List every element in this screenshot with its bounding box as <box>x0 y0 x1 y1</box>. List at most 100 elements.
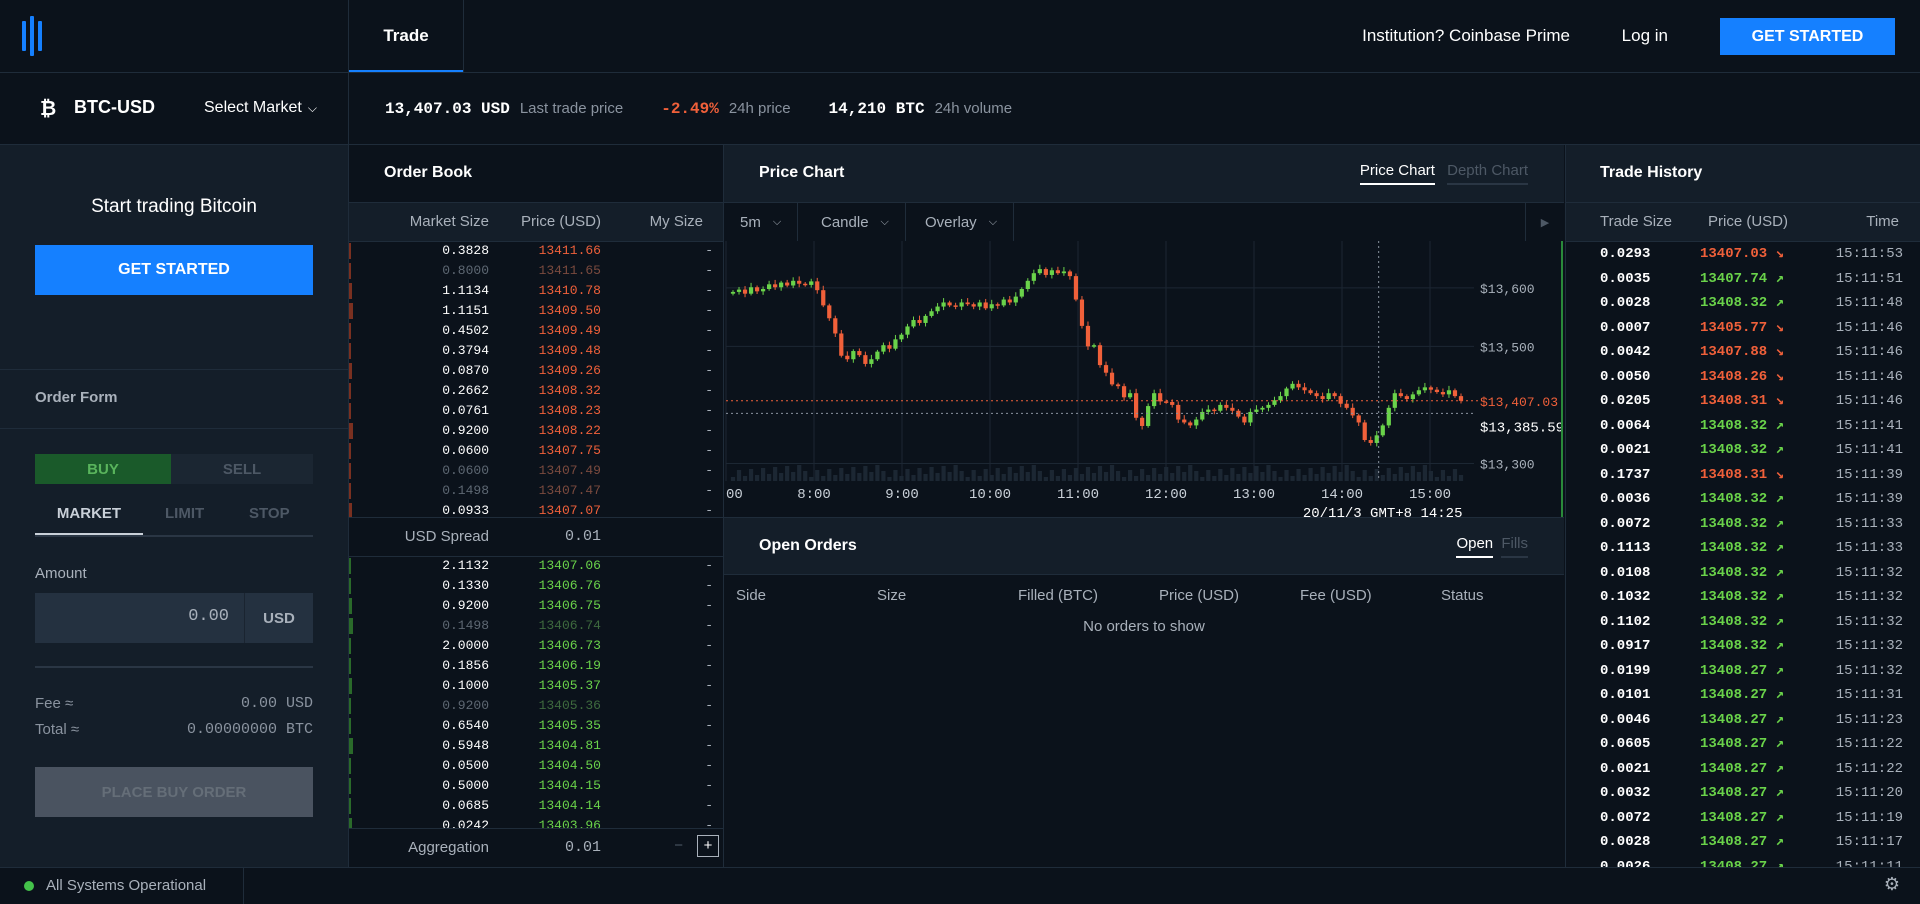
candle-body <box>1055 270 1060 274</box>
candle-body <box>1043 269 1048 275</box>
bid-row[interactable]: 2.0000 13406.73 - <box>349 636 723 656</box>
depth-bar <box>349 678 352 694</box>
ask-row[interactable]: 0.0600 13407.49 - <box>349 461 723 481</box>
my-size: - <box>705 403 713 418</box>
bid-row[interactable]: 0.5948 13404.81 - <box>349 736 723 756</box>
ask-row[interactable]: 0.3794 13409.48 - <box>349 341 723 361</box>
candle-body <box>833 318 838 334</box>
arrow-up-right-icon: ↗ <box>1767 760 1785 777</box>
status-dot-icon <box>24 881 34 891</box>
ask-row[interactable]: 1.1134 13410.78 - <box>349 281 723 301</box>
gear-icon[interactable]: ⚙ <box>1884 874 1900 895</box>
volume-bar <box>1140 469 1145 481</box>
overlay-select[interactable]: Overlay ⌵ <box>909 203 1015 241</box>
arrow-up-right-icon: ↗ <box>1767 662 1785 679</box>
tab-stop-order[interactable]: STOP <box>249 505 290 522</box>
ask-row[interactable]: 0.0933 13407.07 - <box>349 501 723 517</box>
depth-bar <box>349 818 352 828</box>
candle-body <box>1368 440 1373 443</box>
price-chart-canvas[interactable]: 7:00 8:00 9:00 10:00 11:00 12:00 13:00 14:00 15:… <box>724 241 1564 517</box>
tab-price-chart[interactable]: Price Chart <box>1359 162 1435 185</box>
my-size: - <box>705 618 713 633</box>
ask-row[interactable]: 0.9200 13408.22 - <box>349 421 723 441</box>
candle-body <box>851 351 856 360</box>
tab-fills[interactable]: Fills <box>1501 535 1528 558</box>
play-icon[interactable]: ▶ <box>1525 203 1564 241</box>
bid-row[interactable]: 0.0685 13404.14 - <box>349 796 723 816</box>
candle-body <box>1224 404 1229 408</box>
volume-bar <box>977 476 982 481</box>
volume-bar <box>1236 474 1241 481</box>
coinbase-pro-logo-icon[interactable] <box>22 16 50 56</box>
candle-body <box>1398 393 1403 397</box>
aggregation-plus-button[interactable]: + <box>697 835 719 857</box>
candle-body <box>893 339 898 349</box>
depth-bar <box>349 558 351 574</box>
open-orders-title: Open Orders <box>759 537 857 554</box>
bid-row[interactable]: 0.9200 13405.36 - <box>349 696 723 716</box>
order-price: 13404.15 <box>538 778 601 793</box>
bid-row[interactable]: 0.1000 13405.37 - <box>349 676 723 696</box>
select-market-dropdown[interactable]: Select Market ⌵ <box>204 99 317 117</box>
order-price: 13411.66 <box>538 243 601 258</box>
candle-body <box>748 287 754 294</box>
bid-row[interactable]: 0.6540 13405.35 - <box>349 716 723 736</box>
arrow-up-right-icon: ↗ <box>1767 858 1785 868</box>
ask-row[interactable]: 0.0761 13408.23 - <box>349 401 723 421</box>
trade-time: 15:11:46 <box>1835 344 1903 360</box>
candle-body <box>1380 425 1385 436</box>
order-size: 0.0600 <box>442 443 489 458</box>
order-price: 13409.49 <box>538 323 601 338</box>
get-started-button-sidebar[interactable]: GET STARTED <box>35 245 313 295</box>
order-price: 13408.32 <box>538 383 601 398</box>
candle-body <box>760 289 766 292</box>
order-price: 13406.73 <box>538 638 601 653</box>
ask-row[interactable]: 0.0870 13409.26 - <box>349 361 723 381</box>
bid-row[interactable]: 0.5000 13404.15 - <box>349 776 723 796</box>
amount-input[interactable]: 0.00 USD <box>35 593 313 643</box>
bid-row[interactable]: 0.0242 13403.96 - <box>349 816 723 828</box>
tab-trade[interactable]: Trade <box>348 0 464 72</box>
buy-toggle[interactable]: BUY <box>35 454 171 484</box>
arrow-up-right-icon: ↗ <box>1767 589 1785 605</box>
candle-body <box>1308 390 1313 394</box>
tab-limit-order[interactable]: LIMIT <box>165 505 204 522</box>
ask-row[interactable]: 1.1151 13409.50 - <box>349 301 723 321</box>
my-size: - <box>705 423 713 438</box>
ask-row[interactable]: 0.1498 13407.47 - <box>349 481 723 501</box>
institution-link[interactable]: Institution? Coinbase Prime <box>1362 26 1570 46</box>
login-link[interactable]: Log in <box>1622 26 1668 46</box>
get-started-button[interactable]: GET STARTED <box>1720 18 1895 55</box>
tab-market-order[interactable]: MARKET <box>35 505 143 535</box>
open-orders-tabs: Open Fills <box>1456 535 1528 558</box>
col-size: Size <box>877 587 907 604</box>
tab-depth-chart[interactable]: Depth Chart <box>1447 162 1528 185</box>
ask-row[interactable]: 0.3828 13411.66 - <box>349 241 723 261</box>
overlay-label: Overlay <box>925 213 977 231</box>
tab-open[interactable]: Open <box>1456 535 1494 558</box>
system-status[interactable]: All Systems Operational <box>46 877 206 894</box>
bid-row[interactable]: 0.1330 13406.76 - <box>349 576 723 596</box>
interval-select[interactable]: 5m ⌵ <box>724 203 799 241</box>
ask-row[interactable]: 0.2662 13408.32 - <box>349 381 723 401</box>
bid-row[interactable]: 0.1856 13406.19 - <box>349 656 723 676</box>
ask-row[interactable]: 0.0600 13407.75 - <box>349 441 723 461</box>
bid-row[interactable]: 0.9200 13406.75 - <box>349 596 723 616</box>
volume-bar <box>1296 469 1301 481</box>
arrow-down-right-icon: ↘ <box>1767 466 1785 483</box>
bid-row[interactable]: 0.1498 13406.74 - <box>349 616 723 636</box>
trade-row: 0.0007 13405.77 ↘ 15:11:46 <box>1566 316 1920 340</box>
bid-row[interactable]: 2.1132 13407.06 - <box>349 556 723 576</box>
aggregation-minus-button[interactable]: − <box>674 837 683 854</box>
time-axis-label: 9:00 <box>885 487 919 503</box>
sell-toggle[interactable]: SELL <box>171 454 313 484</box>
chart-type-select[interactable]: Candle ⌵ <box>805 203 906 241</box>
depth-bar <box>349 463 351 479</box>
place-buy-order-button[interactable]: PLACE BUY ORDER <box>35 767 313 817</box>
my-size: - <box>705 503 713 517</box>
price-axis-label: $13,600 <box>1480 282 1535 297</box>
order-price: 13409.50 <box>538 303 601 318</box>
ask-row[interactable]: 0.4502 13409.49 - <box>349 321 723 341</box>
bid-row[interactable]: 0.0500 13404.50 - <box>349 756 723 776</box>
ask-row[interactable]: 0.8000 13411.65 - <box>349 261 723 281</box>
